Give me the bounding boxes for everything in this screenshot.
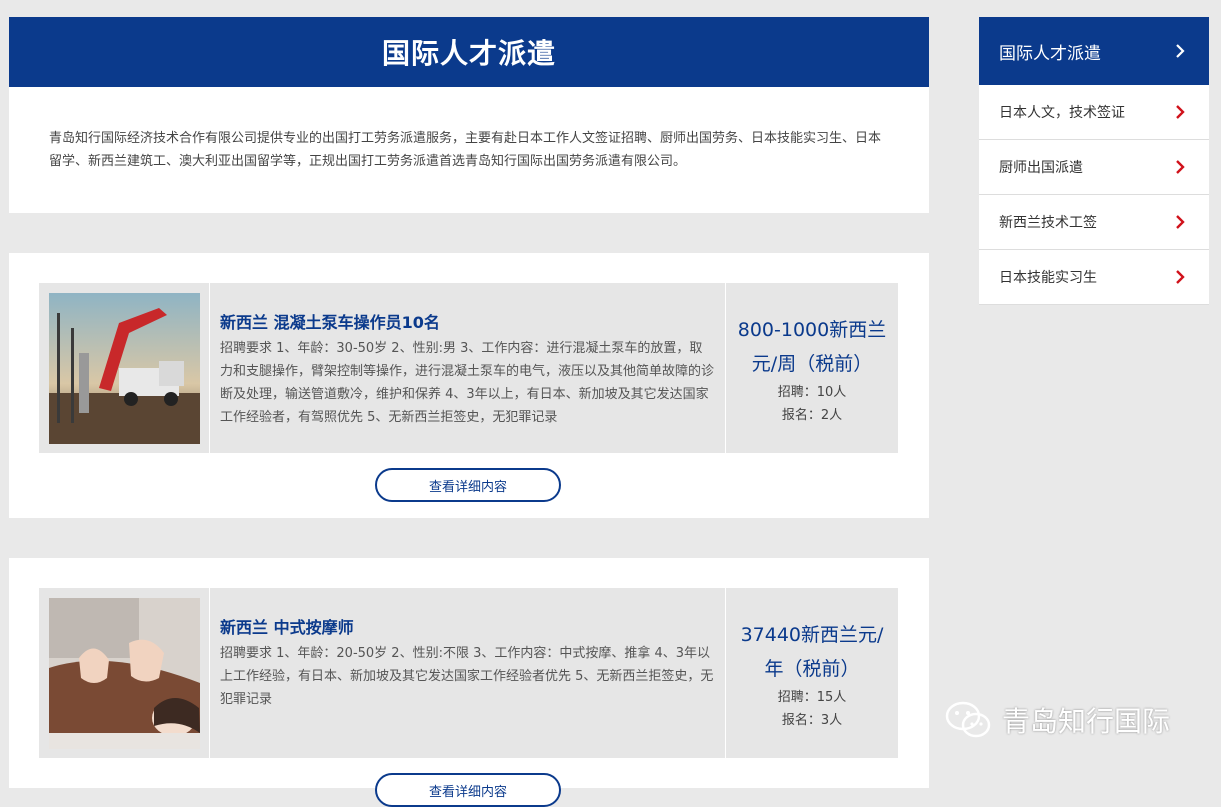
sidebar-item-japan-trainee[interactable]: 日本技能实习生 [979, 250, 1209, 305]
job-description-cell: 新西兰 混凝土泵车操作员10名 招聘要求 1、年龄：30-50岁 2、性别:男 … [210, 283, 726, 453]
view-details-button[interactable]: 查看详细内容 [375, 773, 561, 807]
job-requirements: 招聘要求 1、年龄：20-50岁 2、性别:不限 3、工作内容：中式按摩、推拿 … [220, 646, 714, 707]
job-row: 新西兰 中式按摩师 招聘要求 1、年龄：20-50岁 2、性别:不限 3、工作内… [39, 588, 898, 758]
job-card: 新西兰 混凝土泵车操作员10名 招聘要求 1、年龄：30-50岁 2、性别:男 … [9, 253, 929, 518]
job-title[interactable]: 新西兰 中式按摩师 [220, 614, 715, 638]
watermark: 青岛知行国际 [944, 700, 1170, 740]
job-salary: 800-1000新西兰元/周（税前） [737, 319, 887, 375]
chevron-right-icon [1176, 44, 1185, 58]
page-title-bar: 国际人才派遣 [9, 17, 929, 87]
sidebar-item-label: 日本人文，技术签证 [999, 105, 1125, 121]
sidebar-item-label: 新西兰技术工签 [999, 215, 1097, 231]
sidebar-item-label: 日本技能实习生 [999, 270, 1097, 286]
sidebar-item-chef[interactable]: 厨师出国派遣 [979, 140, 1209, 195]
job-salary-cell: 800-1000新西兰元/周（税前） 招聘：10人 报名：2人 [726, 283, 898, 453]
sidebar-item-label: 厨师出国派遣 [999, 160, 1083, 176]
sidebar-header[interactable]: 国际人才派遣 [979, 17, 1209, 85]
chevron-right-icon [1176, 215, 1185, 229]
chevron-right-icon [1176, 270, 1185, 284]
sidebar-item-japan-visa[interactable]: 日本人文，技术签证 [979, 85, 1209, 140]
chevron-right-icon [1176, 160, 1185, 174]
job-salary: 37440新西兰元/年（税前） [740, 624, 884, 680]
intro-section: 青岛知行国际经济技术合作有限公司提供专业的出国打工劳务派遣服务，主要有赴日本工作… [9, 87, 929, 213]
job-image-cell [39, 588, 210, 758]
wechat-icon [945, 701, 991, 738]
concrete-pump-truck-photo[interactable] [48, 292, 200, 444]
job-title[interactable]: 新西兰 混凝土泵车操作员10名 [220, 309, 715, 333]
job-requirements: 招聘要求 1、年龄：30-50岁 2、性别:男 3、工作内容：进行混凝土泵车的放… [220, 341, 715, 425]
job-salary-cell: 37440新西兰元/年（税前） 招聘：15人 报名：3人 [726, 588, 898, 758]
main-content: 国际人才派遣 青岛知行国际经济技术合作有限公司提供专业的出国打工劳务派遣服务，主… [9, 17, 929, 807]
job-image-cell [39, 283, 210, 453]
watermark-text: 青岛知行国际 [1002, 705, 1171, 738]
job-card: 新西兰 中式按摩师 招聘要求 1、年龄：20-50岁 2、性别:不限 3、工作内… [9, 558, 929, 807]
recruit-count: 招聘：15人 [777, 690, 847, 705]
sidebar-item-nz-work-visa[interactable]: 新西兰技术工签 [979, 195, 1209, 250]
job-description-cell: 新西兰 中式按摩师 招聘要求 1、年龄：20-50岁 2、性别:不限 3、工作内… [210, 588, 726, 758]
massage-photo[interactable] [48, 597, 200, 749]
page-title: 国际人才派遣 [381, 37, 556, 70]
view-details-button[interactable]: 查看详细内容 [375, 468, 561, 502]
job-row: 新西兰 混凝土泵车操作员10名 招聘要求 1、年龄：30-50岁 2、性别:男 … [39, 283, 898, 453]
applied-count: 报名：3人 [781, 713, 843, 728]
applied-count: 报名：2人 [781, 408, 843, 423]
recruit-count: 招聘：10人 [777, 385, 847, 400]
intro-text: 青岛知行国际经济技术合作有限公司提供专业的出国打工劳务派遣服务，主要有赴日本工作… [49, 131, 882, 169]
sidebar-title: 国际人才派遣 [999, 43, 1101, 64]
chevron-right-icon [1176, 105, 1185, 119]
sidebar: 国际人才派遣 日本人文，技术签证 厨师出国派遣 新西兰技术工签 日本技能实习生 [979, 17, 1209, 305]
